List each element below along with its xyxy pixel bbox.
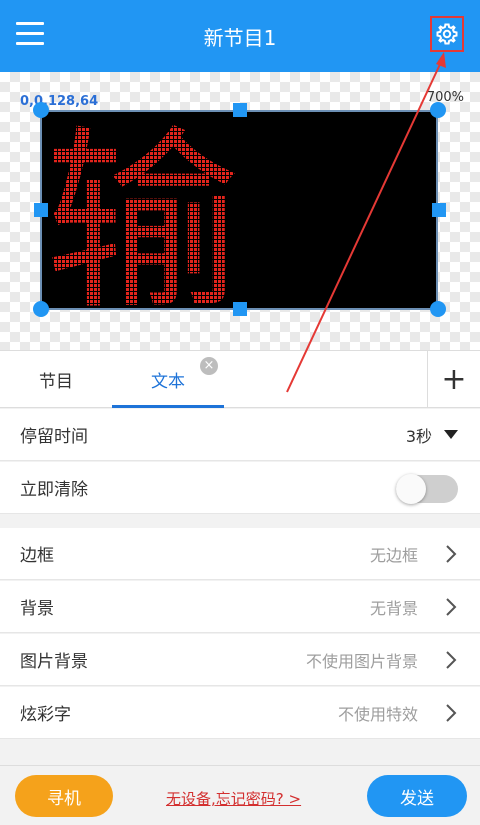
tab-label: 节目 [39, 371, 73, 392]
dwell-time-value: 3秒 [405, 426, 432, 446]
forgot-password-link[interactable]: 无设备,忘记密码? > [166, 788, 301, 809]
image-background-label: 图片背景 [20, 652, 88, 672]
chevron-right-icon [446, 704, 457, 722]
app-root: 新节目1 0,0,128,64 700% 输 节目 文本 × + 停留时间 3秒… [0, 0, 480, 825]
resize-handle-left[interactable] [34, 203, 48, 217]
colorful-text-row[interactable]: 炫彩字 不使用特效 [0, 687, 480, 739]
led-text-preview: 输 [44, 112, 240, 308]
area-coordinates: 0,0,128,64 [20, 94, 99, 109]
tab-label: 文本 [151, 371, 185, 392]
clear-now-label: 立即清除 [20, 480, 88, 500]
background-value: 无背景 [369, 598, 418, 618]
find-device-button[interactable]: 寻机 [15, 775, 113, 817]
colorful-text-label: 炫彩字 [20, 705, 71, 725]
gear-icon [436, 23, 458, 45]
clear-now-row: 立即清除 [0, 462, 480, 514]
toggle-knob [396, 474, 426, 504]
resize-handle-top-right[interactable] [430, 102, 446, 118]
chevron-right-icon [446, 598, 457, 616]
active-tab-indicator [112, 405, 224, 408]
resize-handle-bottom[interactable] [233, 302, 247, 316]
dropdown-arrow-icon[interactable] [444, 430, 458, 439]
chevron-right-icon [446, 545, 457, 563]
colorful-text-value: 不使用特效 [337, 704, 418, 724]
dwell-time-label: 停留时间 [20, 427, 88, 447]
page-title: 新节目1 [203, 26, 277, 50]
bottom-action-bar: 寻机 无设备,忘记密码? > 发送 [0, 765, 480, 825]
resize-handle-bottom-left[interactable] [33, 301, 49, 317]
led-text-area[interactable]: 输 [40, 110, 438, 310]
resize-handle-top[interactable] [233, 103, 247, 117]
led-preview-canvas[interactable]: 0,0,128,64 700% 输 [0, 72, 480, 350]
led-character: 输 [44, 112, 240, 308]
resize-handle-right[interactable] [432, 203, 446, 217]
border-value: 无边框 [369, 545, 418, 565]
resize-handle-top-left[interactable] [33, 102, 49, 118]
background-row[interactable]: 背景 无背景 [0, 581, 480, 633]
resize-handle-bottom-right[interactable] [430, 301, 446, 317]
add-tab-button[interactable]: + [428, 351, 480, 407]
image-background-row[interactable]: 图片背景 不使用图片背景 [0, 634, 480, 686]
plus-icon: + [441, 361, 467, 397]
tab-program[interactable]: 节目 [0, 351, 112, 407]
top-app-bar: 新节目1 [0, 0, 480, 72]
settings-button[interactable] [430, 16, 464, 52]
chevron-right-icon [446, 651, 457, 669]
border-row[interactable]: 边框 无边框 [0, 528, 480, 580]
program-tabs: 节目 文本 × + [0, 350, 480, 408]
close-tab-icon[interactable]: × [200, 357, 218, 375]
image-background-value: 不使用图片背景 [305, 651, 418, 671]
clear-now-toggle[interactable] [396, 474, 458, 504]
border-label: 边框 [20, 546, 54, 566]
send-button[interactable]: 发送 [367, 775, 467, 817]
dwell-time-row[interactable]: 停留时间 3秒 [0, 409, 480, 461]
background-label: 背景 [20, 599, 54, 619]
